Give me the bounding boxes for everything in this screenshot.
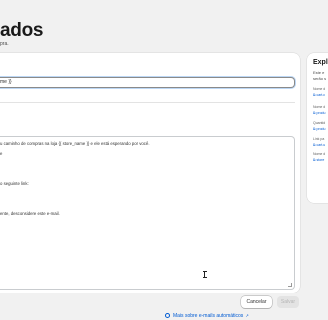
panel-desc: Este e	[313, 70, 325, 75]
variables-panel: Expl Este e serão s Nome d cart.c Nome d…	[307, 53, 328, 203]
page-title: ados	[0, 20, 44, 41]
variable-label: Nome d	[313, 152, 326, 156]
variable-copy[interactable]: produ	[313, 111, 326, 115]
panel-title: Expl	[313, 59, 328, 66]
body-line: ente, desconsidere este e-mail.	[0, 211, 60, 216]
text-cursor-icon	[203, 271, 207, 278]
email-template-card: me }} u caminho de compras na loja {{ st…	[0, 53, 300, 293]
variable-copy[interactable]: cart.c	[313, 93, 326, 97]
body-line: u caminho de compras na loja {{ store_na…	[0, 141, 150, 146]
external-link-icon: ↗	[245, 313, 249, 318]
save-button[interactable]: Salvar	[277, 296, 299, 308]
variable-label: Nome d	[313, 87, 326, 91]
body-line: e	[0, 151, 3, 156]
divider	[0, 102, 295, 103]
info-icon	[165, 313, 170, 318]
variable-label: Quantid	[313, 121, 326, 125]
variable-copy[interactable]: produ	[313, 127, 326, 131]
variable-copy[interactable]: cart.u	[313, 143, 326, 147]
learn-more-text: Mais sobre e-mails automáticos	[173, 313, 244, 319]
cancel-button[interactable]: Cancelar	[241, 296, 272, 308]
email-body-editor[interactable]: u caminho de compras na loja {{ store_na…	[0, 136, 295, 290]
panel-desc: serão s	[313, 76, 327, 81]
learn-more-link[interactable]: Mais sobre e-mails automáticos ↗	[165, 313, 249, 319]
body-line: o seguinte link:	[0, 181, 29, 186]
variable-copy[interactable]: store	[313, 158, 325, 162]
subject-input[interactable]: me }}	[0, 77, 295, 88]
resize-handle[interactable]	[288, 283, 292, 287]
page-subtitle: pra.	[0, 41, 9, 47]
variable-label: Link pa	[313, 137, 325, 141]
variable-label: Nome d	[313, 105, 326, 109]
